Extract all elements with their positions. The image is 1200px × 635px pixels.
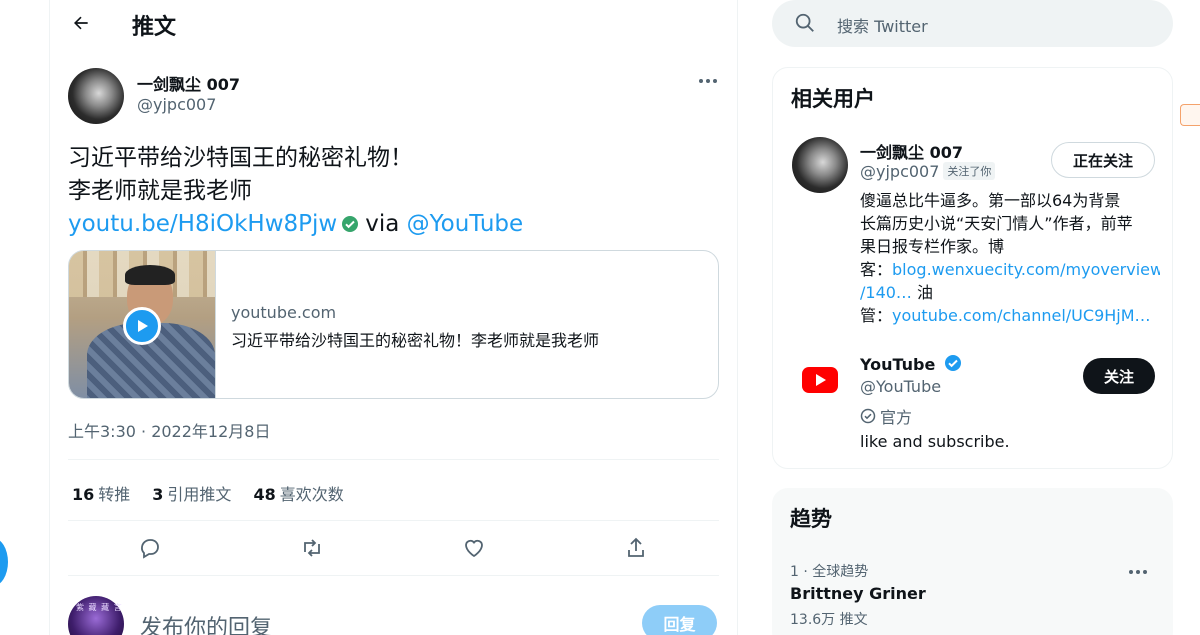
- author-name[interactable]: 一剑飘尘 007: [137, 71, 240, 95]
- tweet-video-link[interactable]: youtu.be/H8iOkHw8Pjw: [68, 211, 337, 237]
- tweet-text: 习近平带给沙特国王的秘密礼物！ 李老师就是我老师 youtu.be/H8iOkH…: [68, 142, 728, 241]
- related-users-panel: 相关用户 一剑飘尘 007 @yjpc007 关注了你 正在关注 傻逼总比牛逼多。…: [772, 67, 1173, 469]
- reply-submit-button[interactable]: 回复: [642, 605, 717, 635]
- tweet-stats: 16 转推 3 引用推文 48 喜欢次数: [72, 481, 344, 505]
- official-badge-icon: [860, 408, 876, 424]
- search-bar[interactable]: 搜索 Twitter: [772, 0, 1173, 47]
- bio-line: 管：youtube.com/channel/UC9HjM…: [860, 304, 1160, 327]
- related-user-bio: 傻逼总比牛逼多。第一部以64为背景 长篇历史小说“天安门情人”作者，前苹 果日报…: [860, 189, 1160, 327]
- like-button[interactable]: [460, 534, 488, 562]
- quotes-count: 3: [152, 485, 164, 504]
- trends-panel: 趋势 1 · 全球趋势 Brittney Griner 13.6万 推文: [772, 488, 1173, 635]
- retweet-icon: [304, 539, 320, 557]
- official-text: 官方: [880, 408, 913, 427]
- tweet-link-line: youtu.be/H8iOkHw8Pjw via @YouTube: [68, 208, 728, 241]
- tweet-actions: [68, 530, 719, 566]
- tweet-text-line: 李老师就是我老师: [68, 178, 252, 204]
- bio-line: /140… 油: [860, 281, 1160, 304]
- youtube-channel-link[interactable]: youtube.com/channel/UC9HjM…: [892, 306, 1151, 325]
- avatar-text: 紫 藏 藏 言: [76, 603, 123, 612]
- official-label: 官方: [860, 404, 912, 428]
- card-domain: youtube.com: [231, 303, 337, 322]
- follow-button[interactable]: 关注: [1083, 358, 1155, 394]
- related-users-title: 相关用户: [791, 87, 875, 111]
- related-user-name[interactable]: 一剑飘尘 007: [860, 139, 963, 163]
- like-icon: [465, 539, 483, 558]
- share-icon: [628, 537, 644, 557]
- tweet-more-button[interactable]: [693, 68, 723, 94]
- back-button[interactable]: [64, 6, 98, 40]
- tweet-text-line: 习近平带给沙特国王的秘密礼物！: [68, 145, 413, 171]
- related-user-handle[interactable]: @yjpc007 关注了你: [860, 162, 996, 181]
- retweets-stat[interactable]: 16 转推: [72, 481, 130, 505]
- play-icon: [138, 320, 148, 332]
- trend-count: 13.6万 推文: [790, 612, 868, 628]
- retweets-count: 16: [72, 485, 95, 504]
- likes-stat[interactable]: 48 喜欢次数: [253, 481, 343, 505]
- retweet-button[interactable]: [298, 534, 326, 562]
- youtube-name[interactable]: YouTube: [860, 354, 962, 374]
- trend-meta: 1 · 全球趋势: [790, 564, 869, 580]
- reply-button[interactable]: [136, 534, 164, 562]
- bio-text: 油: [911, 283, 934, 302]
- verified-icon: [944, 355, 961, 371]
- tweet-timestamp[interactable]: 上午3:30 · 2022年12月8日: [68, 418, 270, 442]
- likes-label: 喜欢次数: [279, 485, 344, 504]
- reply-input[interactable]: 发布你的回复: [140, 610, 272, 635]
- trend-more-button[interactable]: [1128, 560, 1148, 579]
- youtube-handle[interactable]: @YouTube: [860, 377, 941, 396]
- related-user-avatar[interactable]: [792, 137, 848, 193]
- youtube-bio: like and subscribe.: [860, 432, 1010, 451]
- youtube-mention-link[interactable]: @YouTube: [407, 211, 524, 237]
- page-header: 推文: [50, 0, 738, 48]
- trends-title: 趋势: [790, 507, 832, 531]
- back-arrow-icon: [74, 16, 88, 30]
- trend-name[interactable]: Brittney Griner: [790, 584, 926, 603]
- more-icon: [1129, 570, 1147, 574]
- share-button[interactable]: [622, 534, 650, 562]
- following-button[interactable]: 正在关注: [1051, 142, 1155, 178]
- bio-line: 长篇历史小说“天安门情人”作者，前苹: [860, 214, 1133, 233]
- bio-line: 傻逼总比牛逼多。第一部以64为背景: [860, 191, 1121, 210]
- compose-floating-button[interactable]: [0, 538, 8, 586]
- reply-icon: [141, 539, 159, 559]
- blog-link[interactable]: blog.wenxuecity.com/myoverview: [892, 260, 1160, 279]
- blog-link-continuation[interactable]: /140…: [860, 283, 912, 302]
- search-icon: [795, 13, 814, 32]
- bio-text: 管：: [860, 306, 893, 325]
- quotes-label: 引用推文: [167, 485, 232, 504]
- youtube-avatar[interactable]: [792, 352, 848, 408]
- divider: [68, 520, 719, 521]
- bio-line: 果日报专栏作家。博: [860, 237, 1005, 256]
- youtube-logo-icon: [802, 367, 838, 393]
- divider: [68, 459, 719, 460]
- video-thumbnail[interactable]: [69, 251, 216, 398]
- quotes-stat[interactable]: 3 引用推文: [152, 481, 231, 505]
- card-title: 习近平带给沙特国王的秘密礼物！李老师就是我老师: [231, 331, 600, 350]
- bio-text: 客：: [860, 260, 893, 279]
- search-input[interactable]: 搜索 Twitter: [837, 13, 928, 37]
- bio-line: 客：blog.wenxuecity.com/myoverview: [860, 258, 1160, 281]
- main-column: 推文 一剑飘尘 007 @yjpc007 习近平带给沙特国王的秘密礼物！ 李老师…: [49, 0, 738, 635]
- retweets-label: 转推: [98, 485, 131, 504]
- verified-icon: [342, 216, 359, 232]
- follows-you-badge: 关注了你: [943, 162, 996, 180]
- current-user-avatar[interactable]: 紫 藏 藏 言: [68, 596, 124, 635]
- play-button[interactable]: [123, 307, 161, 345]
- likes-count: 48: [253, 485, 276, 504]
- side-widget-icon[interactable]: [1180, 104, 1200, 126]
- more-icon: [699, 79, 717, 83]
- author-handle[interactable]: @yjpc007: [137, 95, 216, 114]
- divider: [68, 575, 719, 576]
- author-avatar[interactable]: [68, 68, 124, 124]
- thumbnail-person-hair: [125, 265, 175, 285]
- name-text: YouTube: [860, 355, 936, 374]
- handle-text: @yjpc007: [860, 162, 940, 181]
- link-preview-card[interactable]: youtube.com 习近平带给沙特国王的秘密礼物！李老师就是我老师: [68, 250, 719, 399]
- via-text: via: [365, 211, 400, 237]
- page-title: 推文: [132, 15, 177, 40]
